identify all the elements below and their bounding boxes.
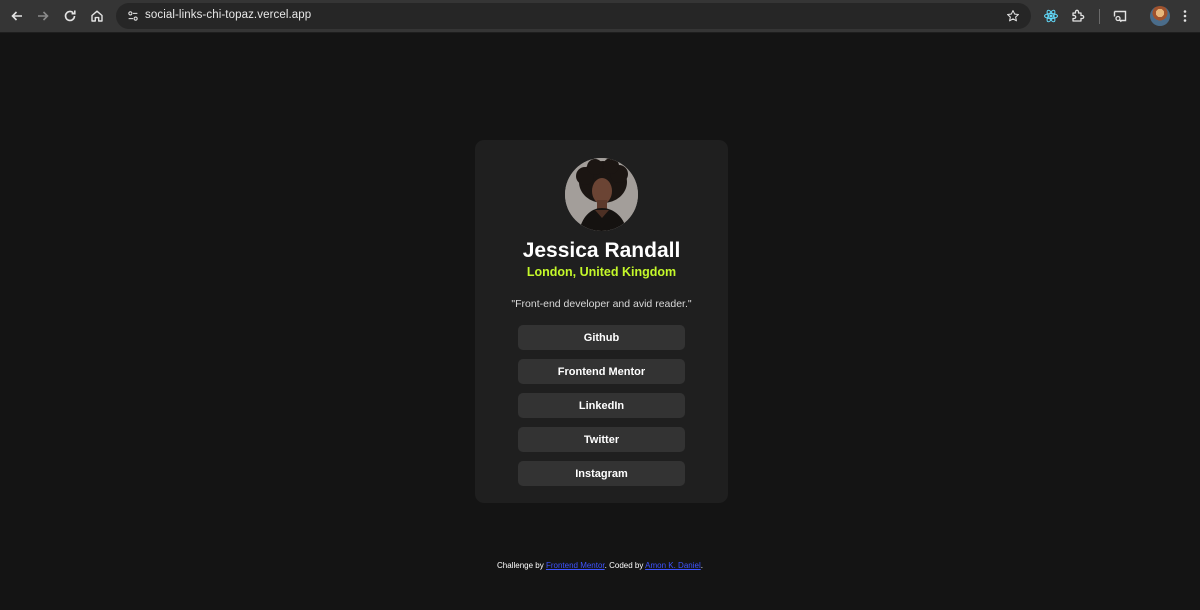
frontend-mentor-link-button[interactable]: Frontend Mentor (518, 359, 685, 384)
frontend-mentor-footer-link[interactable]: Frontend Mentor (546, 561, 605, 570)
tab-search-icon (1113, 10, 1127, 23)
menu-button[interactable] (1174, 5, 1196, 27)
profile-name: Jessica Randall (522, 239, 681, 262)
toolbar-divider (1099, 9, 1100, 24)
forward-button[interactable] (32, 5, 54, 27)
reload-button[interactable] (59, 5, 81, 27)
profile-card: Jessica Randall London, United Kingdom "… (475, 140, 728, 503)
footer-middle: . Coded by (604, 561, 646, 570)
instagram-link-button[interactable]: Instagram (518, 461, 685, 486)
home-button[interactable] (86, 5, 108, 27)
github-link-button[interactable]: Github (518, 325, 685, 350)
footer-suffix: . (700, 561, 703, 570)
puzzle-icon (1072, 9, 1085, 22)
social-links-list: Github Frontend Mentor LinkedIn Twitter … (518, 325, 685, 486)
react-icon (1044, 9, 1058, 23)
react-devtools-extension[interactable] (1040, 5, 1062, 27)
back-button[interactable] (6, 5, 28, 27)
tab-search-button[interactable] (1109, 5, 1131, 27)
url-text[interactable]: social-links-chi-topaz.vercel.app (145, 9, 311, 21)
profile-avatar[interactable] (1150, 6, 1170, 26)
tune-icon (128, 11, 138, 21)
site-info-button[interactable] (122, 5, 144, 27)
linkedin-link-button[interactable]: LinkedIn (518, 393, 685, 418)
browser-toolbar: social-links-chi-topaz.vercel.app (0, 0, 1200, 33)
kebab-menu-icon (1183, 10, 1187, 22)
address-bar[interactable]: social-links-chi-topaz.vercel.app (116, 3, 1031, 29)
attribution-footer: Challenge by Frontend Mentor. Coded by A… (0, 561, 1200, 570)
profile-bio: "Front-end developer and avid reader." (511, 298, 692, 310)
arrow-left-icon (11, 11, 22, 21)
extensions-button[interactable] (1067, 5, 1089, 27)
twitter-link-button[interactable]: Twitter (518, 427, 685, 452)
avatar (565, 158, 638, 231)
home-icon (91, 10, 103, 22)
page-body: Jessica Randall London, United Kingdom "… (0, 34, 1200, 610)
footer-prefix: Challenge by (497, 561, 546, 570)
star-icon (1007, 10, 1019, 22)
arrow-right-icon (38, 11, 49, 21)
profile-photo (565, 158, 638, 231)
author-footer-link[interactable]: Amon K. Daniel (645, 561, 701, 570)
reload-icon (64, 10, 76, 22)
bookmark-button[interactable] (1003, 6, 1023, 26)
profile-location: London, United Kingdom (526, 265, 677, 279)
